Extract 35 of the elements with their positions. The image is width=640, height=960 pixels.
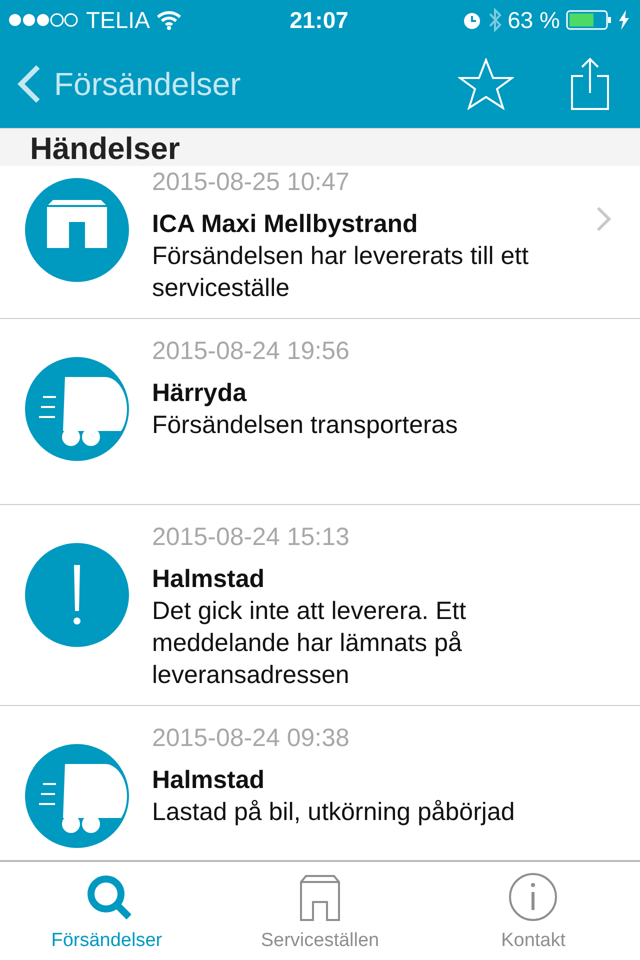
- charging-icon: [618, 10, 630, 30]
- event-place: Halmstad: [152, 564, 266, 595]
- back-button[interactable]: Försändelser: [16, 64, 241, 104]
- bluetooth-icon: [488, 8, 502, 32]
- tab-item[interactable]: Kontakt: [426, 862, 640, 960]
- truck-icon: [25, 357, 129, 461]
- tab-item[interactable]: Försändelser: [0, 862, 214, 960]
- event-message: Det gick inte att leverera. Ett meddelande har lämnats på leveransadressen: [152, 596, 468, 691]
- event-message: Försändelsen har levererats till ett serviceställe: [152, 241, 530, 304]
- section-header: Händelser: [30, 131, 180, 166]
- event-timestamp: 2015-08-24 19:56: [152, 336, 350, 367]
- tab-item[interactable]: Serviceställen: [213, 862, 427, 960]
- battery-percentage: 63 %: [508, 6, 560, 34]
- wifi-icon: [156, 10, 182, 30]
- battery-icon: [566, 10, 612, 30]
- event-place: Härryda: [152, 378, 248, 409]
- info-icon: [508, 872, 558, 922]
- store-icon: [25, 178, 129, 282]
- alarm-icon: [462, 10, 482, 30]
- event-timestamp: 2015-08-24 09:38: [152, 723, 350, 754]
- star-icon[interactable]: [458, 58, 514, 110]
- chevron-icon[interactable]: [596, 206, 612, 232]
- event-place: ICA Maxi Mellbystrand: [152, 209, 419, 240]
- event-timestamp: 2015-08-25 10:47: [152, 167, 350, 198]
- back-chevron-icon: [16, 64, 42, 104]
- signal-icon: [8, 12, 80, 28]
- exclamation-icon: [25, 543, 129, 647]
- clock-time: 21:07: [290, 6, 348, 34]
- share-icon[interactable]: [570, 57, 610, 111]
- carrier-name: TELIA: [86, 6, 150, 34]
- event-message: Lastad på bil, utkörning påbörjad: [152, 797, 516, 828]
- event-timestamp: 2015-08-24 15:13: [152, 522, 350, 553]
- truck-icon: [25, 744, 129, 848]
- event-place: Halmstad: [152, 765, 266, 796]
- event-message: Försändelsen transporteras: [152, 410, 459, 441]
